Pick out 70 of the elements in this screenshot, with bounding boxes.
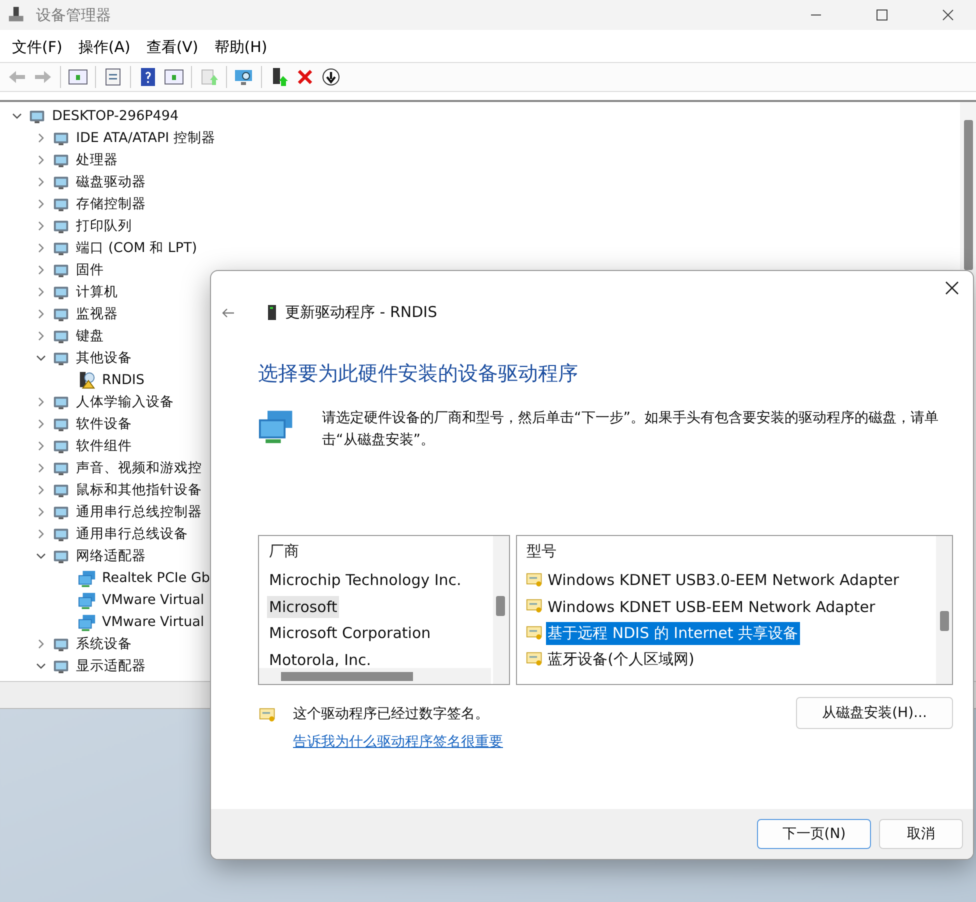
horizontal-scrollbar[interactable] — [259, 668, 491, 684]
tree-item[interactable]: 鼠标和其他指针设备 — [76, 481, 202, 499]
signature-info-link[interactable]: 告诉我为什么驱动程序签名很重要 — [293, 733, 503, 751]
instruction-text: 请选定硬件设备的厂商和型号，然后单击“下一步”。如果手头有包含要安装的驱动程序的磁盘，请单击“从磁盘安装”。 — [322, 409, 940, 450]
tree-item[interactable]: VMware Virtual — [102, 592, 204, 608]
tree-item[interactable]: DESKTOP-296P494 — [52, 108, 179, 124]
list-item[interactable]: Microsoft Corporation — [267, 622, 433, 644]
certificate-icon — [524, 598, 544, 616]
tree-item[interactable]: IDE ATA/ATAPI 控制器 — [76, 129, 216, 147]
list-item[interactable]: 蓝牙设备(个人区域网) — [546, 648, 696, 672]
download-button[interactable] — [320, 66, 342, 88]
maximize-icon[interactable] — [876, 9, 888, 21]
tree-item[interactable]: 处理器 — [76, 151, 118, 169]
certificate-icon — [524, 624, 544, 642]
list-item[interactable]: Microchip Technology Inc. — [267, 569, 464, 592]
close-icon[interactable] — [945, 281, 959, 295]
tree-item[interactable]: 声音、视频和游戏控 — [76, 459, 202, 477]
network-icon — [78, 568, 97, 588]
tree-item[interactable]: 端口 (COM 和 LPT) — [76, 239, 198, 257]
tree-item[interactable]: 存储控制器 — [76, 195, 146, 213]
tree-item[interactable]: 固件 — [76, 261, 104, 279]
menu-item[interactable]: 文件(F) — [4, 35, 70, 60]
have-disk-button[interactable]: 从磁盘安装(H)... — [796, 697, 953, 729]
tree-item[interactable]: RNDIS — [102, 372, 144, 388]
cancel-button[interactable]: 取消 — [879, 819, 963, 849]
model-list[interactable]: 型号 Windows KDNET USB3.0-EEM Network Adapter Windows KDNET USB-EEM Network Adapter 基于远程 NDIS 的 Internet 共享设备 蓝牙设备(个人区域网) — [516, 535, 953, 685]
certificate-icon — [524, 572, 544, 589]
network-icon — [78, 590, 97, 610]
device-warning-icon — [78, 370, 97, 390]
list-header: 型号 — [526, 542, 558, 562]
tree-item[interactable]: 系统设备 — [76, 635, 132, 653]
menu-item[interactable]: 查看(V) — [138, 35, 206, 60]
menu-item[interactable]: 操作(A) — [70, 35, 138, 60]
list-item[interactable]: Motorola, Inc. — [267, 648, 374, 671]
network-icon — [78, 612, 97, 632]
tree-item[interactable]: 键盘 — [76, 327, 104, 345]
tree-item[interactable]: Realtek PCIe Gb — [102, 570, 210, 586]
tree-item[interactable]: VMware Virtual — [102, 614, 204, 630]
next-button[interactable]: 下一页(N) — [757, 819, 871, 849]
list-item[interactable]: Windows KDNET USB3.0-EEM Network Adapter — [546, 569, 902, 592]
back-arrow-icon[interactable] — [221, 306, 235, 318]
dialog-title: 更新驱动程序 - RNDIS — [285, 303, 438, 322]
signed-note: 这个驱动程序已经过数字签名。 — [293, 705, 490, 723]
tree-item[interactable]: 磁盘驱动器 — [76, 173, 146, 191]
tree-item[interactable]: 通用串行总线设备 — [76, 525, 188, 543]
certificate-icon — [258, 707, 277, 724]
tree-item[interactable]: 软件设备 — [76, 415, 132, 433]
scrollbar[interactable] — [936, 536, 952, 684]
tree-item[interactable]: 计算机 — [76, 283, 118, 301]
tree-item[interactable]: 软件组件 — [76, 437, 132, 455]
tree-item[interactable]: 监视器 — [76, 305, 118, 323]
list-header: 厂商 — [269, 542, 300, 562]
scrollbar[interactable] — [492, 536, 509, 684]
tree-item[interactable]: 人体学输入设备 — [76, 393, 174, 411]
menu-item[interactable]: 帮助(H) — [206, 35, 276, 60]
window-title: 设备管理器 — [36, 6, 112, 24]
list-item[interactable]: Microsoft — [267, 596, 340, 618]
dialog-heading: 选择要为此硬件安装的设备驱动程序 — [258, 360, 579, 387]
tree-item[interactable]: 通用串行总线控制器 — [76, 503, 202, 521]
manufacturer-list[interactable]: 厂商 Microchip Technology Inc. Microsoft Microsoft Corporation Motorola, Inc. — [258, 535, 510, 685]
computer-tower-icon — [8, 6, 26, 24]
tree-item[interactable]: 打印队列 — [76, 217, 132, 235]
tree-item[interactable]: 其他设备 — [76, 349, 132, 367]
list-item[interactable]: 基于远程 NDIS 的 Internet 共享设备 — [546, 622, 800, 645]
tree-item[interactable]: 网络适配器 — [76, 547, 146, 565]
certificate-icon — [524, 651, 544, 668]
usb-device-icon — [265, 304, 279, 322]
list-item[interactable]: Windows KDNET USB-EEM Network Adapter — [546, 596, 878, 618]
tree-item[interactable]: 显示适配器 — [76, 657, 146, 675]
close-icon[interactable] — [942, 9, 954, 21]
